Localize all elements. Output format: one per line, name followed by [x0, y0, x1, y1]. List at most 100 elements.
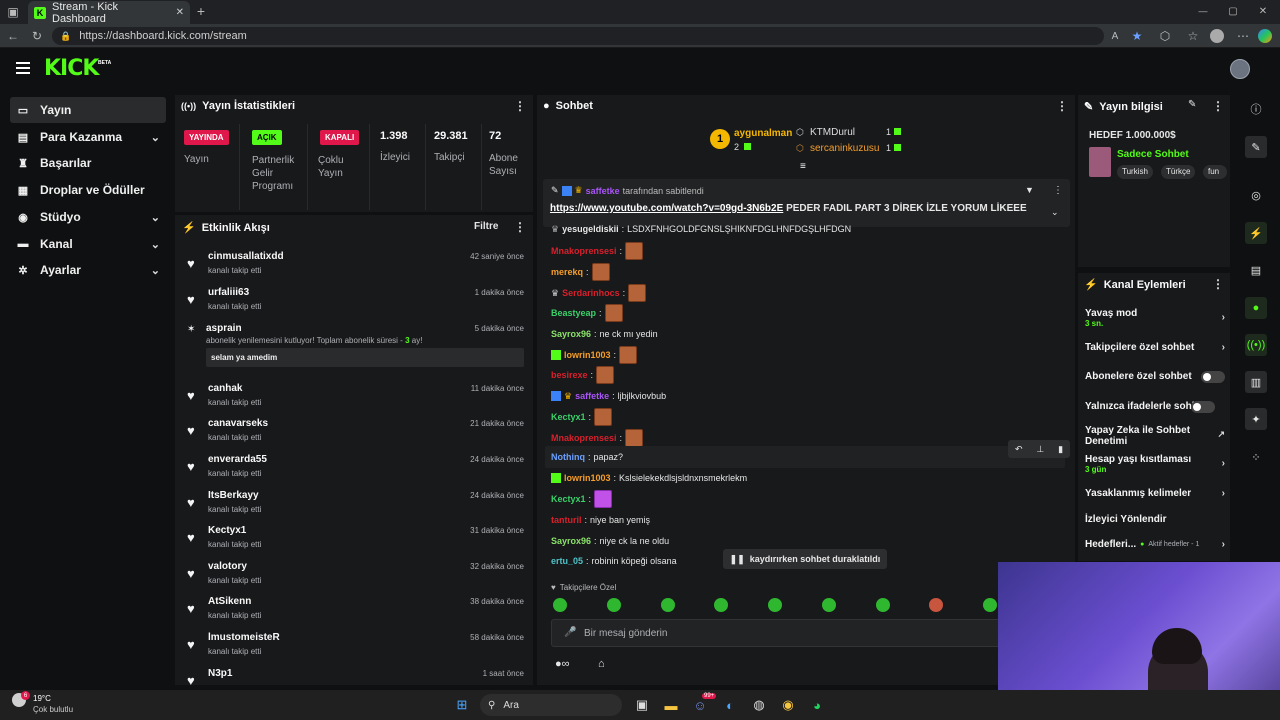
filter-button[interactable]: Filtre	[474, 221, 498, 232]
activity-username[interactable]: urfaliii63	[208, 287, 249, 298]
chat-menu-icon[interactable]: ⋮	[1056, 99, 1068, 113]
chat-username[interactable]: Mnakoprensesi	[551, 433, 617, 443]
minimize-button[interactable]: —	[1196, 4, 1210, 18]
notes-icon[interactable]: ▤	[1245, 259, 1267, 281]
read-aloud-icon[interactable]: A	[1108, 29, 1122, 43]
chat-username[interactable]: besirexe	[551, 370, 588, 380]
activity-username[interactable]: AtSikenn	[208, 596, 251, 607]
expand-chevron-icon[interactable]: ⌄	[1051, 207, 1059, 218]
reply-icon[interactable]: ↶	[1015, 444, 1023, 455]
action-banned-words[interactable]: Yasaklanmış kelimeler ›	[1085, 488, 1225, 499]
copilot-icon[interactable]	[1258, 29, 1272, 43]
chat-username[interactable]: tanturil	[551, 515, 582, 525]
new-tab-button[interactable]: +	[194, 3, 208, 19]
expand-handle-icon[interactable]: ≡	[800, 161, 806, 172]
action-subscribers-only[interactable]: Abonelere özel sohbet	[1085, 371, 1225, 383]
stats-menu-icon[interactable]: ⋮	[514, 99, 526, 113]
emote-icon[interactable]	[821, 598, 836, 612]
activity-username[interactable]: Kectyx1	[208, 525, 246, 536]
camera-icon[interactable]: ◎	[1245, 184, 1267, 206]
wrench-icon[interactable]: ✦	[1245, 408, 1267, 430]
apps-icon[interactable]: ⁘	[1245, 446, 1267, 468]
action-slow-mode[interactable]: Yavaş mod 3 sn. ›	[1085, 308, 1225, 332]
category-name[interactable]: Sadece Sohbet	[1117, 149, 1189, 160]
layout-icon[interactable]: ▥	[1245, 371, 1267, 393]
more-options-icon[interactable]: ⋯	[1236, 29, 1250, 43]
top-gifter-name[interactable]: aygunalman	[734, 128, 792, 139]
tag[interactable]: Türkçe	[1161, 165, 1196, 179]
chat-username[interactable]: Sayrox96	[551, 536, 591, 546]
bolt-icon[interactable]: ⚡	[1245, 222, 1267, 244]
chat-username[interactable]: merekq	[551, 267, 583, 277]
chat-username[interactable]: lowrin1003	[564, 473, 611, 483]
emote-bar[interactable]	[553, 598, 997, 614]
file-explorer-icon[interactable]: ▬	[661, 695, 681, 715]
activity-username[interactable]: canavarseks	[208, 418, 268, 429]
taskbar-search[interactable]: ⚲ Ara	[480, 694, 622, 716]
sidebar-item-basarilar[interactable]: ♜ Başarılar	[10, 150, 166, 176]
chat-username[interactable]: Mnakoprensesi	[551, 246, 617, 256]
tag[interactable]: Turkish	[1117, 165, 1153, 179]
activity-username[interactable]: enverarda55	[208, 454, 267, 465]
collections-icon[interactable]: ☆	[1186, 29, 1200, 43]
info-icon[interactable]: ⓘ	[1245, 98, 1267, 120]
activity-username[interactable]: lmustomeisteR	[208, 632, 280, 643]
action-ai-moderation[interactable]: Yapay Zeka ile Sohbet Denetimi ↗	[1085, 425, 1225, 447]
task-view-icon[interactable]: ▣	[632, 695, 652, 715]
emote-icon[interactable]	[553, 598, 567, 612]
sidebar-item-kanal[interactable]: ▬ Kanal ⌄	[10, 231, 166, 257]
chat-icon[interactable]: ●	[1245, 297, 1267, 319]
chrome-icon[interactable]: ◉	[778, 695, 798, 715]
user-avatar[interactable]	[1230, 59, 1250, 79]
action-account-age[interactable]: Hesap yaşı kısıtlaması 3 gün ›	[1085, 454, 1225, 478]
tab-close-icon[interactable]: ✕	[176, 7, 184, 18]
top-gifter-name[interactable]: sercaninkuzusu	[810, 143, 879, 154]
emote-icon[interactable]	[660, 598, 675, 612]
pinned-menu-icon[interactable]: ⋮	[1053, 185, 1063, 196]
action-emote-only[interactable]: Yalnızca ifadelerle sohbet	[1085, 401, 1225, 413]
pin-message-icon[interactable]: ⊥	[1036, 444, 1044, 455]
sidebar-item-ayarlar[interactable]: ✲ Ayarlar ⌄	[10, 257, 166, 283]
emote-icon[interactable]	[875, 598, 890, 612]
emote-icon[interactable]	[768, 598, 782, 612]
steam-icon[interactable]: ◍	[749, 695, 769, 715]
spotify-icon[interactable]: ◕	[807, 695, 827, 715]
activity-username[interactable]: asprain	[206, 323, 242, 334]
chat-username[interactable]: Nothinq	[551, 452, 585, 462]
chat-username[interactable]: yesugeldiskii	[562, 224, 619, 234]
activity-username[interactable]: canhak	[208, 383, 242, 394]
sidebar-item-yayin[interactable]: ▭ Yayın	[10, 97, 166, 123]
chat-username[interactable]: Kectyx1	[551, 494, 586, 504]
sidebar-item-droplar[interactable]: ▦ Droplar ve Ödüller	[10, 177, 166, 203]
microphone-icon[interactable]: 🎤	[564, 627, 576, 638]
action-goals[interactable]: Hedefleri... ● Aktif hedefler - 1 ›	[1085, 539, 1225, 550]
chat-username[interactable]: Sayrox96	[551, 329, 591, 339]
tab-actions-icon[interactable]: ▣	[6, 5, 20, 19]
top-gifter-name[interactable]: KTMDurul	[810, 127, 855, 138]
activity-username[interactable]: valotory	[208, 561, 247, 572]
chat-username[interactable]: lowrin1003	[564, 350, 611, 360]
activity-username[interactable]: N3p1	[208, 668, 232, 679]
reload-icon[interactable]: ↻	[30, 29, 44, 43]
activity-menu-icon[interactable]: ⋮	[514, 220, 526, 234]
browser-tab[interactable]: K Stream - Kick Dashboard ✕	[28, 1, 190, 25]
category-thumbnail[interactable]	[1089, 147, 1111, 177]
windows-start-icon[interactable]: ⊞	[452, 695, 472, 715]
emote-icon[interactable]	[606, 598, 621, 612]
maximize-button[interactable]: ▢	[1226, 4, 1240, 18]
store-icon[interactable]: ⌂	[598, 658, 605, 670]
chat-username[interactable]: Serdarinhocs	[562, 288, 620, 298]
chat-username[interactable]: Beastyeap	[551, 308, 596, 318]
activity-username[interactable]: ItsBerkayy	[208, 490, 259, 501]
close-window-button[interactable]: ✕	[1256, 4, 1270, 18]
activity-username[interactable]: cinmusallatixdd	[208, 251, 284, 262]
extensions-icon[interactable]: ⬡	[1158, 29, 1172, 43]
chat-tools-icon[interactable]: ●∞	[555, 658, 570, 670]
action-raid[interactable]: İzleyici Yönlendir	[1085, 514, 1225, 525]
delete-icon[interactable]: ▮	[1058, 444, 1063, 455]
chat-input[interactable]: 🎤 Bir mesaj gönderin	[551, 619, 1069, 647]
profile-avatar[interactable]	[1210, 29, 1224, 43]
hamburger-menu-icon[interactable]	[16, 62, 30, 74]
action-followers-only[interactable]: Takipçilere özel sohbet ›	[1085, 342, 1225, 353]
chat-username[interactable]: ertu_05	[551, 556, 583, 566]
